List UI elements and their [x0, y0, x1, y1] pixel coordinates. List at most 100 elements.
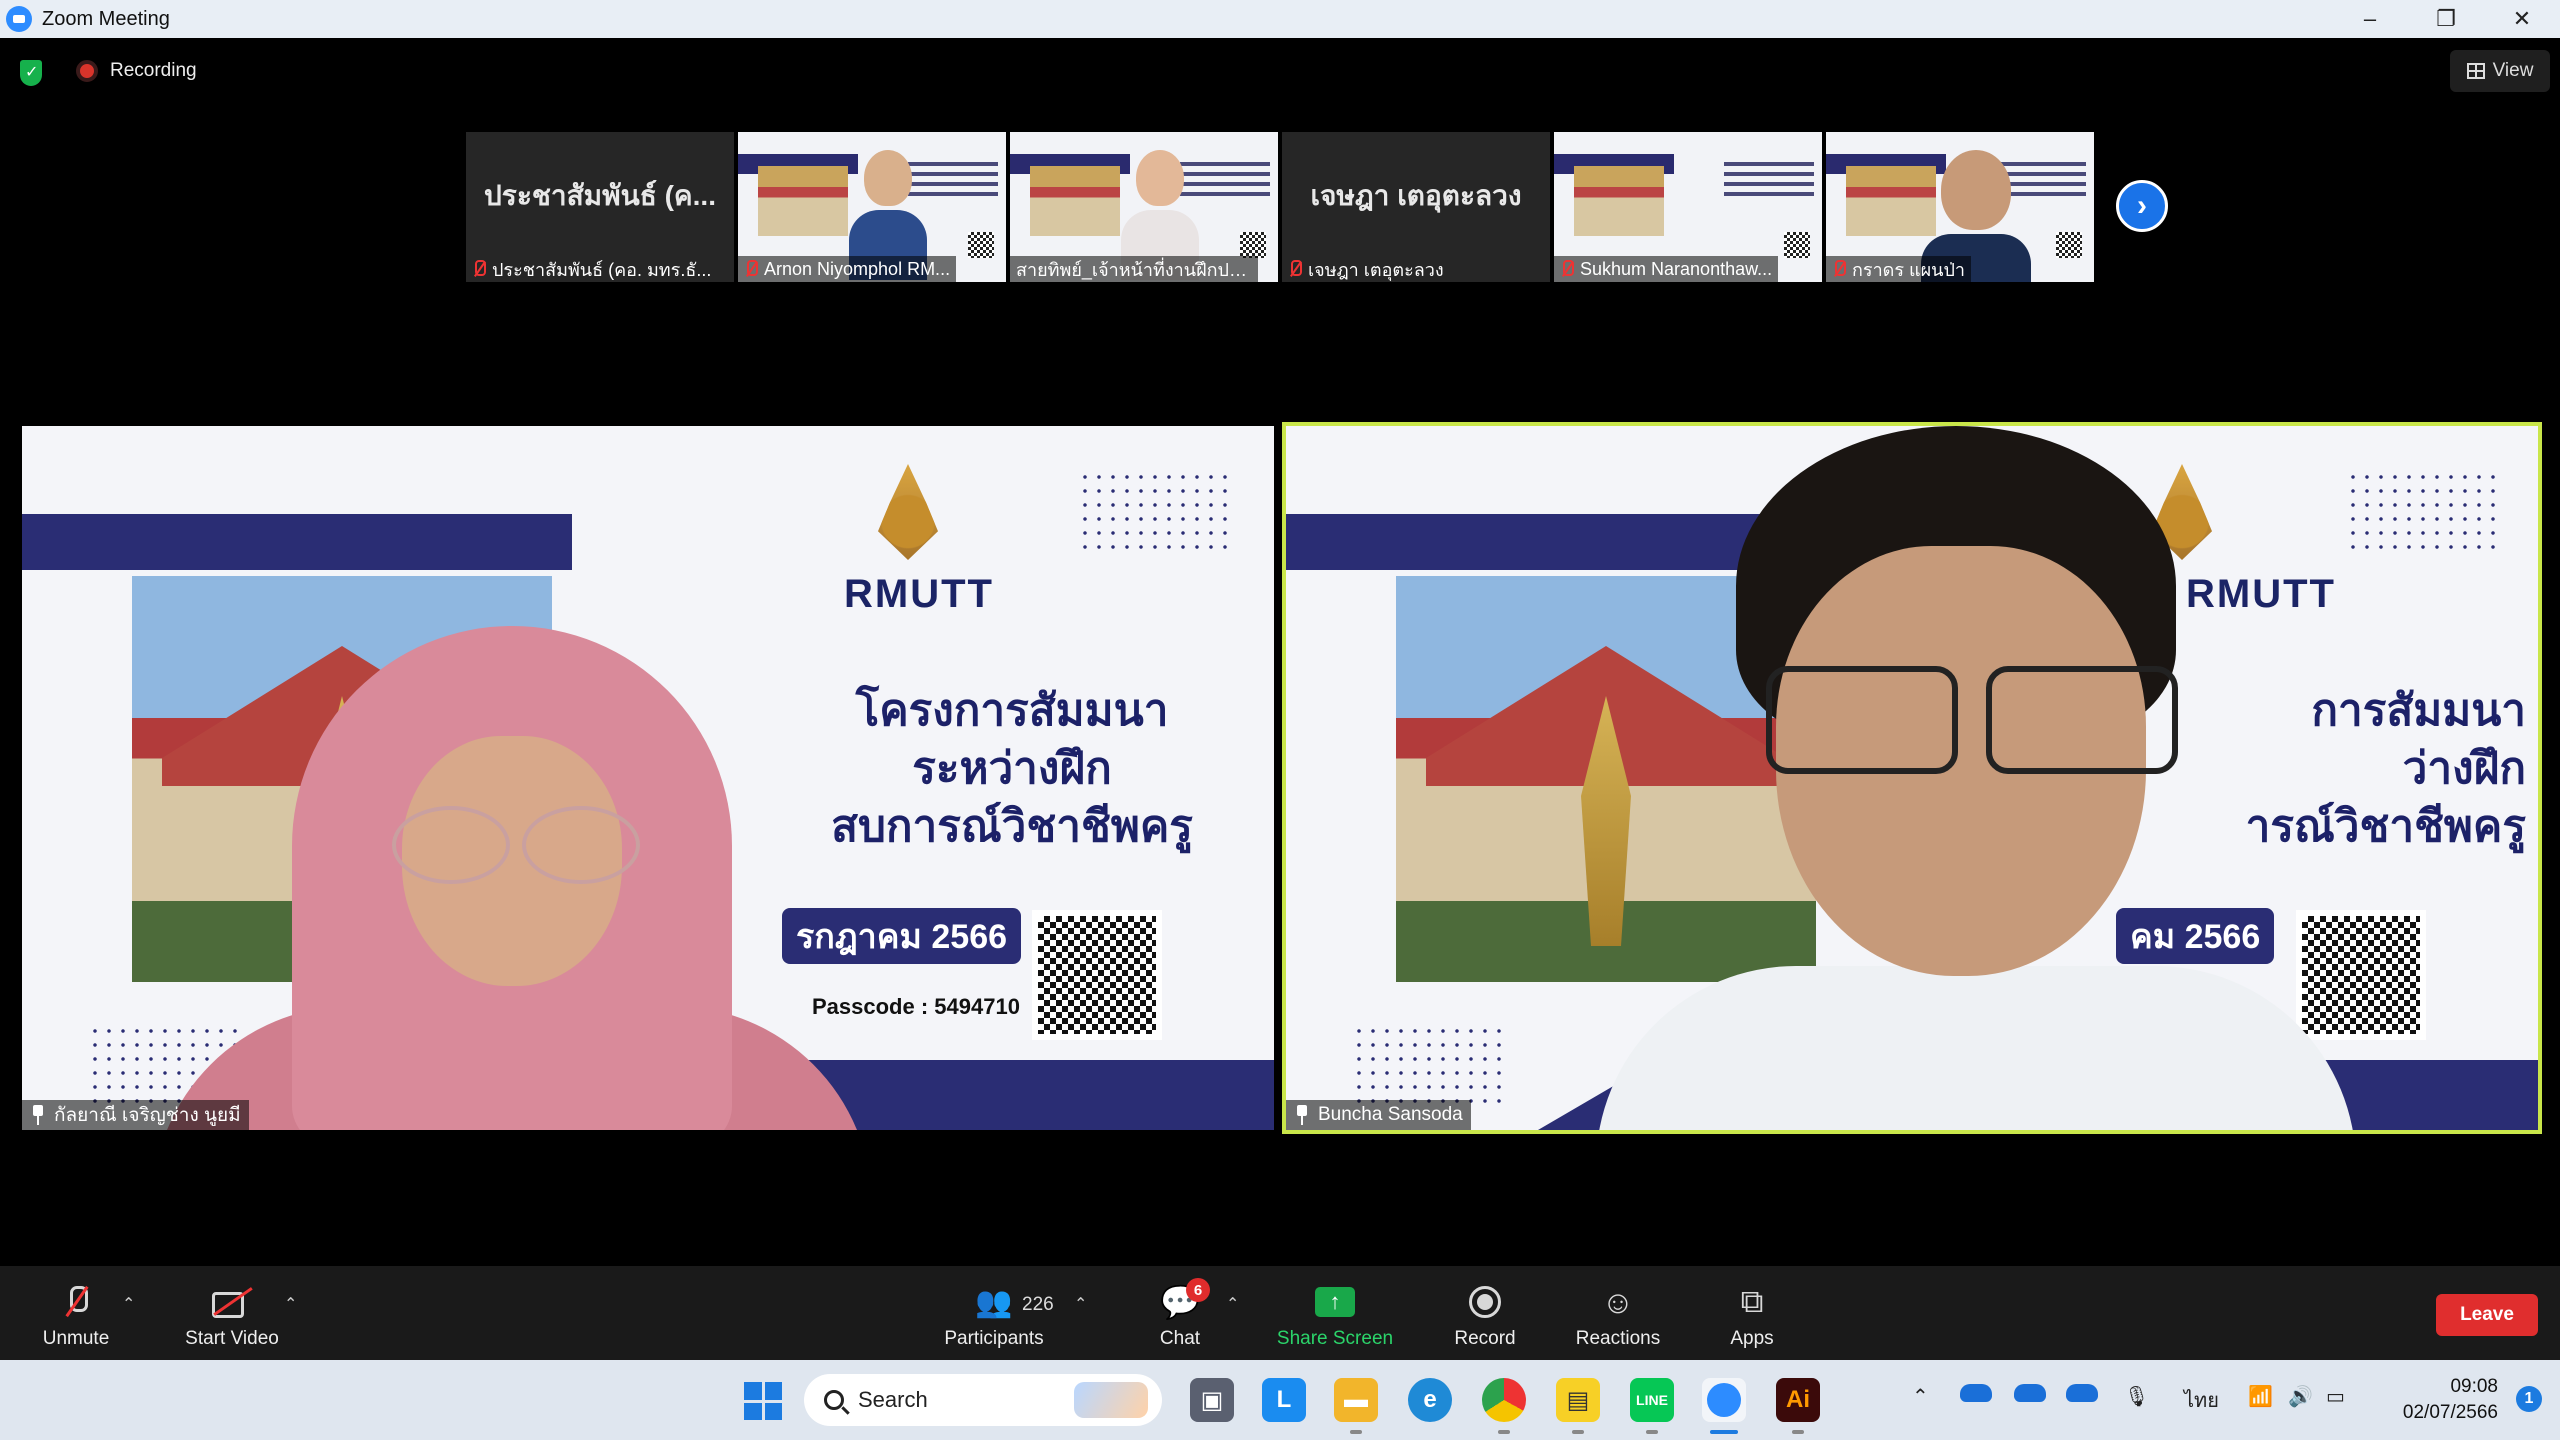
- wifi-icon[interactable]: 📶: [2248, 1384, 2273, 1409]
- edge-browser-icon[interactable]: e: [1408, 1378, 1452, 1422]
- onedrive-cloud-icon[interactable]: [2014, 1384, 2046, 1402]
- video-tile-speaker-1[interactable]: RMUTT โครงการสัมมนา ระหว่างฝึก สบการณ์วิ…: [22, 426, 1274, 1130]
- security-shield-icon[interactable]: [20, 60, 42, 86]
- close-button[interactable]: ✕: [2484, 0, 2560, 38]
- muted-mic-icon: [1560, 260, 1574, 278]
- decorative-dots: [1078, 470, 1228, 550]
- participant-display-name: ประชาสัมพันธ์ (ค...: [484, 180, 716, 211]
- apps-icon: ⧉: [1740, 1283, 1764, 1319]
- line-app-icon[interactable]: LINE: [1630, 1378, 1674, 1434]
- video-off-icon: [212, 1288, 252, 1318]
- apps-button[interactable]: ⧉ Apps: [1712, 1266, 1792, 1360]
- clock-date: 02/07/2566: [2402, 1402, 2498, 1423]
- participant-thumbnail[interactable]: สายทิพย์_เจ้าหน้าที่งานฝึกประ...: [1010, 132, 1278, 282]
- share-screen-icon: ↑: [1315, 1287, 1355, 1317]
- tile-name-label: กัลยาณี เจริญช่าง นูยมี: [22, 1100, 249, 1130]
- muted-microphone-icon: [65, 1286, 88, 1318]
- participant-name: กราดร แผนป่า: [1852, 259, 1966, 280]
- video-options-chevron-icon[interactable]: ⌃: [284, 1294, 297, 1314]
- participants-icon: 👥: [975, 1285, 1013, 1319]
- qr-code: [1032, 910, 1162, 1040]
- pin-icon: [30, 1105, 46, 1125]
- chat-button[interactable]: 💬 Chat: [1140, 1266, 1220, 1360]
- record-icon: [1469, 1286, 1501, 1318]
- reactions-label: Reactions: [1575, 1328, 1661, 1349]
- chat-options-chevron-icon[interactable]: ⌃: [1226, 1294, 1239, 1314]
- window-title: Zoom Meeting: [42, 7, 170, 30]
- zoom-logo-icon: [6, 6, 32, 32]
- zoom-app-icon[interactable]: [1702, 1378, 1746, 1434]
- recording-label: Recording: [110, 60, 197, 81]
- view-button[interactable]: View: [2450, 50, 2550, 92]
- onedrive-cloud-icon[interactable]: [2066, 1384, 2098, 1402]
- battery-icon[interactable]: ▭: [2326, 1384, 2345, 1409]
- tile-name-label: Buncha Sansoda: [1286, 1100, 1471, 1130]
- participant-display-name: เจษฎา เตอุตะลวง: [1310, 180, 1522, 211]
- windows-start-icon[interactable]: [744, 1382, 782, 1420]
- microphone-in-use-icon[interactable]: 🎙: [2124, 1384, 2149, 1409]
- meeting-controls-toolbar: Unmute ⌃ Start Video ⌃ 👥 Participants 22…: [0, 1266, 2560, 1360]
- participant-thumbnail[interactable]: Arnon Niyomphol RM...: [738, 132, 1006, 282]
- participant-name: Buncha Sansoda: [1318, 1104, 1463, 1125]
- meeting-top-bar: Recording View: [0, 38, 2560, 108]
- next-page-arrow-icon[interactable]: ›: [2116, 180, 2168, 232]
- participant-name: Arnon Niyomphol RM...: [764, 258, 951, 279]
- share-screen-label: Share Screen: [1276, 1328, 1394, 1349]
- video-tile-active-speaker[interactable]: RMUTT การสัมมนา ว่างฝึก ารณ์วิชาชีพครู ค…: [1282, 422, 2542, 1134]
- windows-taskbar: Search ▣ L ▬ e ▤ LINE Ai ⌃ 🎙 ไทย 📶 🔊 ▭ 0…: [0, 1360, 2560, 1440]
- grid-view-icon: [2466, 63, 2485, 79]
- taskbar-clock[interactable]: 09:08 02/07/2566: [2403, 1374, 2498, 1426]
- clock-time: 09:08: [2450, 1376, 2498, 1397]
- start-video-button[interactable]: Start Video: [170, 1266, 294, 1360]
- participant-thumbnail[interactable]: Sukhum Naranonthaw...: [1554, 132, 1822, 282]
- muted-mic-icon: [1288, 260, 1302, 278]
- taskbar-search-box[interactable]: Search: [804, 1374, 1162, 1426]
- share-screen-button[interactable]: ↑ Share Screen: [1270, 1266, 1400, 1360]
- participants-label: Participants: [944, 1328, 1044, 1349]
- record-label: Record: [1454, 1328, 1516, 1349]
- participants-options-chevron-icon[interactable]: ⌃: [1074, 1294, 1087, 1314]
- onedrive-cloud-icon[interactable]: [1960, 1384, 1992, 1402]
- decorative-dots: [2346, 470, 2496, 550]
- audio-options-chevron-icon[interactable]: ⌃: [122, 1294, 135, 1314]
- show-hidden-icons-chevron-icon[interactable]: ⌃: [1912, 1384, 1929, 1409]
- leave-button[interactable]: Leave: [2436, 1294, 2538, 1336]
- apps-label: Apps: [1730, 1328, 1774, 1349]
- unmute-button[interactable]: Unmute: [30, 1266, 122, 1360]
- participant-name: สายทิพย์_เจ้าหน้าที่งานฝึกประ...: [1016, 259, 1252, 280]
- participant-video: [152, 626, 872, 1130]
- input-language-indicator[interactable]: ไทย: [2184, 1384, 2219, 1416]
- chrome-browser-icon[interactable]: [1482, 1378, 1526, 1434]
- l-app-icon[interactable]: L: [1262, 1378, 1306, 1422]
- recording-indicator-icon[interactable]: [76, 60, 98, 82]
- participant-name: กัลยาณี เจริญช่าง นูยมี: [54, 1105, 241, 1126]
- reactions-button[interactable]: ☺ Reactions: [1566, 1266, 1670, 1360]
- search-icon: [824, 1390, 844, 1410]
- volume-icon[interactable]: 🔊: [2288, 1384, 2313, 1409]
- minimize-button[interactable]: –: [2332, 0, 2408, 38]
- file-explorer-icon[interactable]: ▬: [1334, 1378, 1378, 1434]
- reactions-smiley-icon: ☺: [1601, 1283, 1635, 1320]
- sticky-notes-icon[interactable]: ▤: [1556, 1378, 1600, 1434]
- muted-mic-icon: [472, 260, 486, 278]
- unmute-label: Unmute: [42, 1328, 110, 1349]
- view-label: View: [2492, 60, 2534, 81]
- task-view-icon[interactable]: ▣: [1190, 1378, 1234, 1422]
- notification-count-badge[interactable]: 1: [2516, 1386, 2542, 1412]
- restore-button[interactable]: ❐: [2408, 0, 2484, 38]
- participant-name: Sukhum Naranonthaw...: [1580, 258, 1773, 279]
- participant-video: [1596, 426, 2356, 1130]
- qr-code: [2296, 910, 2426, 1040]
- participant-thumbnail-strip: ประชาสัมพันธ์ (ค... ประชาสัมพันธ์ (คอ. ม…: [466, 132, 2094, 282]
- muted-mic-icon: [744, 260, 758, 278]
- participant-thumbnail[interactable]: ประชาสัมพันธ์ (ค... ประชาสัมพันธ์ (คอ. ม…: [466, 132, 734, 282]
- participant-thumbnail[interactable]: กราดร แผนป่า: [1826, 132, 2094, 282]
- adobe-illustrator-icon[interactable]: Ai: [1776, 1378, 1820, 1434]
- window-title-bar: Zoom Meeting – ❐ ✕: [0, 0, 2560, 38]
- participants-count: 226: [1022, 1294, 1054, 1315]
- decorative-dots: [1352, 1024, 1502, 1104]
- participant-thumbnail[interactable]: เจษฎา เตอุตะลวง เจษฎา เตอุตะลวง: [1282, 132, 1550, 282]
- start-video-label: Start Video: [185, 1328, 279, 1349]
- record-button[interactable]: Record: [1440, 1266, 1530, 1360]
- chat-unread-badge: 6: [1186, 1278, 1210, 1302]
